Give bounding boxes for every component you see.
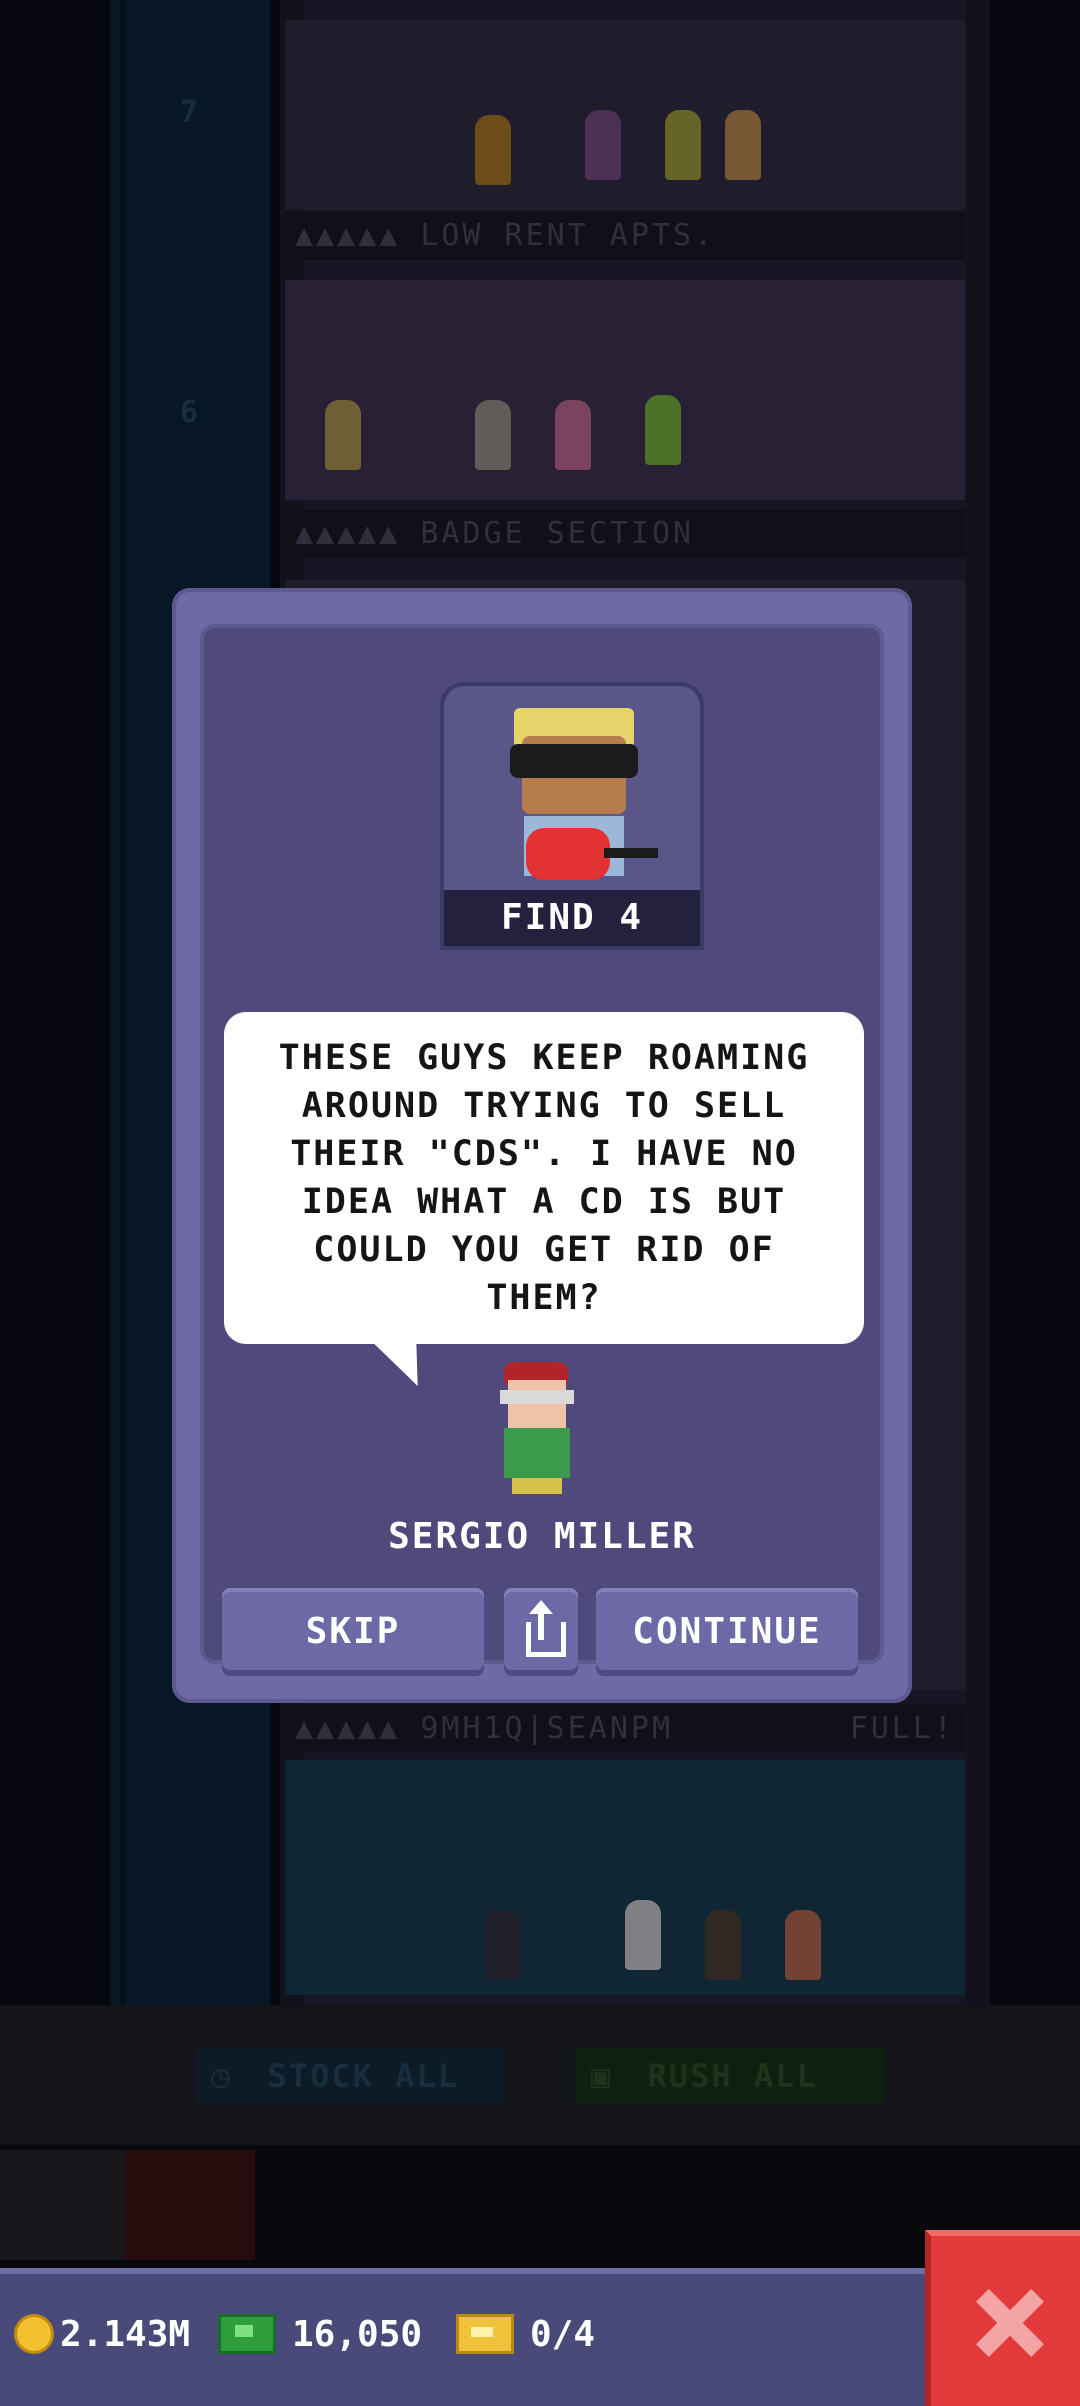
share-icon	[526, 1622, 566, 1657]
mission-dialog: FIND 4 THESE GUYS KEEP ROAMING AROUND TR…	[172, 588, 912, 1703]
target-portrait: FIND 4	[440, 682, 704, 950]
close-button[interactable]	[925, 2230, 1080, 2406]
npc-avatar	[486, 1362, 586, 1497]
dialog-content: FIND 4 THESE GUYS KEEP ROAMING AROUND TR…	[200, 624, 884, 1676]
guitar-icon	[526, 828, 610, 880]
bux-value: 16,050	[292, 2313, 423, 2355]
coin-icon	[14, 2314, 54, 2354]
npc-face	[508, 1380, 566, 1428]
npc-glasses	[500, 1390, 574, 1404]
npc-legs	[512, 1478, 562, 1494]
bux-icon	[218, 2314, 276, 2354]
speech-bubble-tail	[372, 1342, 440, 1386]
sunglasses-icon	[510, 744, 638, 778]
continue-button[interactable]: CONTINUE	[596, 1588, 858, 1676]
guitar-neck	[604, 848, 658, 858]
tickets-display[interactable]: 0/4	[456, 2306, 595, 2362]
speaker-name: SERGIO MILLER	[388, 1516, 696, 1557]
speech-bubble: THESE GUYS KEEP ROAMING AROUND TRYING TO…	[224, 1012, 864, 1344]
tickets-value: 0/4	[530, 2313, 596, 2355]
share-button[interactable]	[504, 1588, 578, 1676]
bux-display[interactable]: 16,050	[218, 2306, 422, 2362]
npc-shirt	[504, 1428, 570, 1478]
find-count-label: FIND 4	[444, 890, 700, 946]
share-arrow-head	[529, 1600, 553, 1614]
coins-value: 2.143M	[60, 2313, 191, 2355]
coins-display[interactable]: 2.143M	[14, 2306, 190, 2362]
mission-message: THESE GUYS KEEP ROAMING AROUND TRYING TO…	[278, 1038, 810, 1318]
ticket-icon	[456, 2314, 514, 2354]
skip-button[interactable]: SKIP	[222, 1588, 484, 1676]
currency-bar: 2.143M 16,050 0/4	[0, 2268, 925, 2406]
